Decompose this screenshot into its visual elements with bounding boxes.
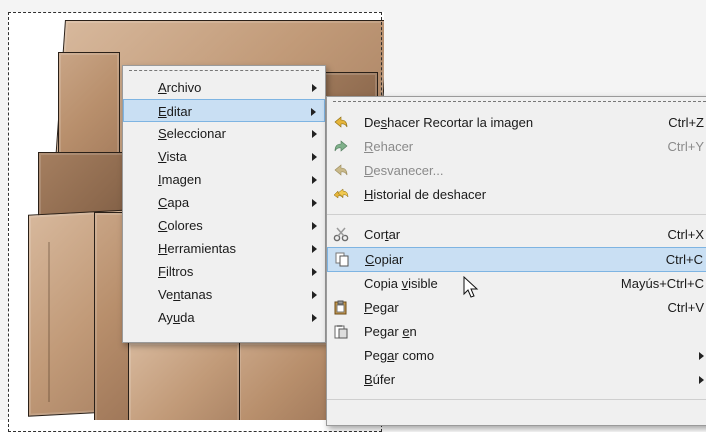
menu-item-undo[interactable]: Deshacer Recortar la imagen Ctrl+Z — [327, 111, 706, 135]
menu-separator — [327, 399, 706, 400]
submenu-arrow-icon — [312, 130, 317, 138]
menu-item-filtros[interactable]: Filtros — [123, 260, 325, 283]
menu-item-cut[interactable]: Cortar Ctrl+X — [327, 223, 706, 247]
menu-item-seleccionar[interactable]: Seleccionar — [123, 122, 325, 145]
menu-item-fade[interactable]: Desvanecer... — [327, 159, 706, 183]
menu-item-vista[interactable]: Vista — [123, 145, 325, 168]
submenu-arrow-icon — [312, 84, 317, 92]
tearoff-line[interactable] — [327, 97, 706, 111]
submenu-arrow-icon — [312, 268, 317, 276]
redo-arrow-icon — [334, 140, 348, 152]
submenu-arrow-icon — [312, 245, 317, 253]
submenu-arrow-icon — [312, 176, 317, 184]
fade-arrow-icon — [334, 164, 348, 176]
menu-item-copy[interactable]: Copiar Ctrl+C — [327, 247, 706, 272]
submenu-arrow-icon — [312, 314, 317, 322]
menu-item-copy-visible[interactable]: Copia visible Mayús+Ctrl+C — [327, 272, 706, 296]
menu-item-capa[interactable]: Capa — [123, 191, 325, 214]
menu-item-redo[interactable]: Rehacer Ctrl+Y — [327, 135, 706, 159]
submenu-arrow-icon — [312, 199, 317, 207]
tearoff-line[interactable] — [123, 66, 325, 76]
menu-item-editar[interactable]: Editar — [123, 99, 325, 122]
menu-item-paste-as[interactable]: Pegar como — [327, 344, 706, 368]
submenu-arrow-icon — [312, 291, 317, 299]
menu-separator — [327, 214, 706, 215]
submenu-arrow-icon — [312, 153, 317, 161]
copy-icon — [335, 252, 349, 267]
scissors-icon — [333, 227, 349, 242]
undo-arrow-icon — [334, 116, 348, 128]
image-context-menu: Archivo Editar Seleccionar Vista Imagen … — [122, 65, 326, 343]
menu-item-colores[interactable]: Colores — [123, 214, 325, 237]
edit-submenu: Deshacer Recortar la imagen Ctrl+Z Rehac… — [326, 96, 706, 426]
submenu-arrow-icon — [311, 108, 316, 116]
menu-item-herramientas[interactable]: Herramientas — [123, 237, 325, 260]
menu-item-paste[interactable]: Pegar Ctrl+V — [327, 296, 706, 320]
paste-into-icon — [334, 325, 348, 339]
submenu-arrow-icon — [699, 352, 704, 360]
paste-clipboard-icon — [334, 300, 347, 315]
menu-item-paste-in[interactable]: Pegar en — [327, 320, 706, 344]
menu-item-ayuda[interactable]: Ayuda — [123, 306, 325, 329]
submenu-arrow-icon — [312, 222, 317, 230]
mouse-pointer-icon — [463, 276, 479, 298]
submenu-arrow-icon — [699, 376, 704, 384]
menu-item-buffer[interactable]: Búfer — [327, 368, 706, 392]
menu-item-archivo[interactable]: Archivo — [123, 76, 325, 99]
undo-history-icon — [333, 188, 349, 199]
menu-item-imagen[interactable]: Imagen — [123, 168, 325, 191]
menu-item-ventanas[interactable]: Ventanas — [123, 283, 325, 306]
menu-item-undo-history[interactable]: Historial de deshacer — [327, 183, 706, 207]
